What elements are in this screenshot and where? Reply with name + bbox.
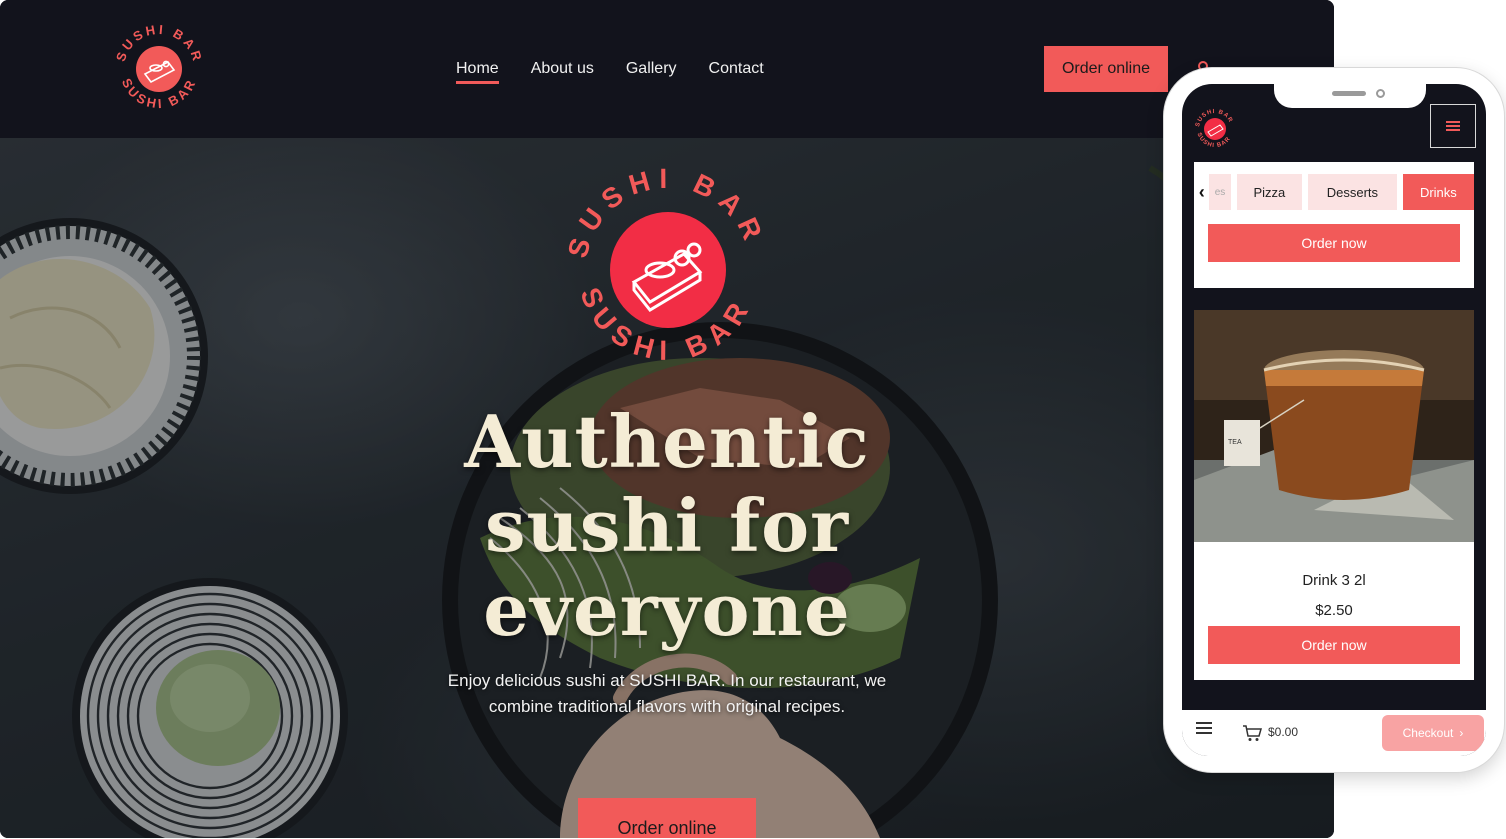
order-now-button[interactable]: Order now [1208, 626, 1460, 664]
nav-about-us[interactable]: About us [515, 58, 610, 80]
checkout-label: Checkout [1402, 726, 1454, 740]
tab-drinks[interactable]: Drinks [1402, 174, 1474, 210]
order-now-button-top[interactable]: Order now [1208, 224, 1460, 262]
mobile-menu-button[interactable] [1430, 104, 1476, 148]
product-card: TEA Drink 3 2l $2.50 Order now [1194, 310, 1474, 680]
speaker [1332, 91, 1366, 96]
nav-gallery[interactable]: Gallery [610, 58, 693, 80]
phone-screen: SUSHI BAR SUSHI BAR ‹ es Pizza Desserts … [1182, 84, 1486, 756]
main-nav: Home About us Gallery Contact [440, 58, 780, 84]
chevron-right-icon: › [1459, 726, 1464, 740]
desktop-site: SUSHI BAR SUSHI BAR Home About us Galler… [0, 0, 1334, 838]
chevron-left-icon[interactable]: ‹ [1194, 174, 1209, 210]
category-tabs: ‹ es Pizza Desserts Drinks [1194, 172, 1474, 212]
nav-home[interactable]: Home [440, 58, 515, 84]
hero-description: Enjoy delicious sushi at SUSHI BAR. In o… [447, 671, 887, 716]
site-logo[interactable]: SUSHI BAR SUSHI BAR [104, 14, 214, 124]
hero-logo: SUSHI BAR SUSHI BAR [560, 162, 776, 378]
order-online-button[interactable]: Order online [1044, 46, 1168, 92]
hero-title-line-1: Authentic [464, 399, 870, 484]
nav-contact[interactable]: Contact [693, 58, 780, 80]
cart-total: $0.00 [1268, 725, 1299, 739]
tab-pizza[interactable]: Pizza [1236, 174, 1303, 210]
mobile-logo[interactable]: SUSHI BAR SUSHI BAR [1190, 104, 1240, 154]
tab-desserts[interactable]: Desserts [1308, 174, 1397, 210]
hero-title-line-2: sushi for [484, 483, 850, 568]
bottom-menu-icon[interactable] [1196, 727, 1212, 729]
hamburger-icon [1446, 125, 1460, 127]
camera [1376, 89, 1385, 98]
mobile-menu-panel: ‹ es Pizza Desserts Drinks Order now [1194, 162, 1474, 288]
hero-title: Authentic sushi for everyone [367, 400, 967, 652]
svg-text:TEA: TEA [1228, 439, 1242, 446]
mobile-bottom-bar: $0.00 Checkout › [1182, 710, 1486, 756]
hero-order-online-button[interactable]: Order online [578, 798, 756, 838]
phone-notch [1274, 84, 1426, 108]
tab-partial[interactable]: es [1209, 174, 1231, 210]
checkout-button[interactable]: Checkout › [1382, 715, 1484, 751]
product-image[interactable]: TEA [1194, 310, 1474, 542]
product-name: Drink 3 2l [1302, 572, 1366, 589]
phone-mockup: SUSHI BAR SUSHI BAR ‹ es Pizza Desserts … [1164, 68, 1504, 772]
hero-title-line-3: everyone [483, 567, 851, 652]
site-header: SUSHI BAR SUSHI BAR Home About us Galler… [0, 0, 1334, 138]
hero-section: SUSHI BAR SUSHI BAR Authentic sushi for … [0, 138, 1334, 838]
product-price: $2.50 [1315, 602, 1353, 619]
cart-icon[interactable] [1242, 724, 1262, 742]
